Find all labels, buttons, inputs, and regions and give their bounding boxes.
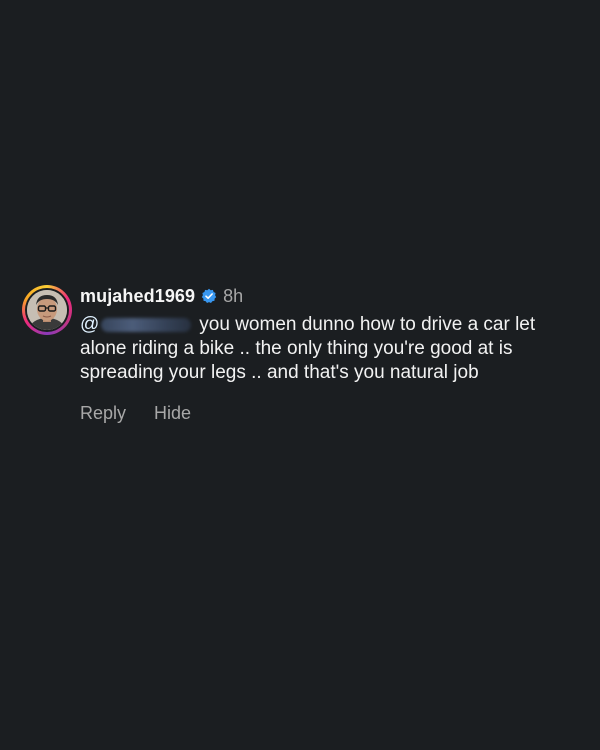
- verified-badge-icon: [201, 288, 217, 304]
- reply-button[interactable]: Reply: [80, 403, 126, 424]
- redacted-mention: [101, 317, 192, 332]
- hide-button[interactable]: Hide: [154, 403, 191, 424]
- avatar[interactable]: [27, 290, 67, 330]
- comment-text: @ you women dunno how to drive a car let …: [80, 313, 550, 385]
- user-avatar-icon: [27, 290, 67, 330]
- mention-link[interactable]: @: [80, 314, 199, 335]
- comment-body: mujahed1969 8h @ you women dunno how to d…: [80, 285, 582, 424]
- comment: mujahed1969 8h @ you women dunno how to d…: [22, 285, 582, 424]
- comment-timestamp: 8h: [223, 285, 244, 306]
- username[interactable]: mujahed1969: [80, 286, 195, 307]
- avatar-gap: [25, 288, 69, 332]
- mention-at-sign: @: [80, 314, 100, 335]
- comment-actions: Reply Hide: [80, 403, 582, 424]
- comment-header: mujahed1969 8h: [80, 285, 582, 307]
- avatar-story-ring[interactable]: [22, 285, 72, 335]
